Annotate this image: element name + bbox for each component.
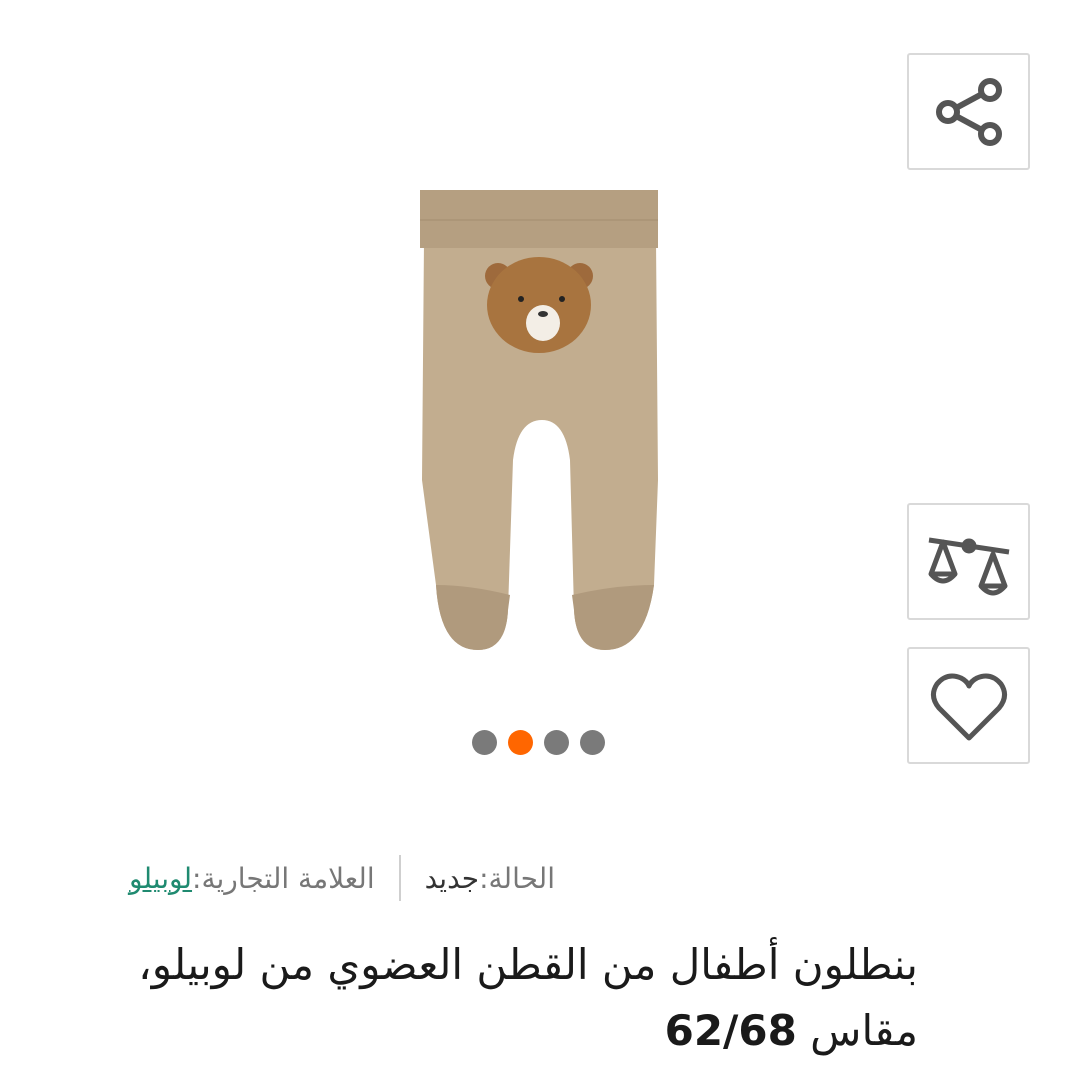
compare-button[interactable]: [907, 503, 1030, 620]
meta-divider: [398, 855, 401, 901]
carousel-dot[interactable]: [472, 730, 497, 755]
carousel-dot[interactable]: [580, 730, 605, 755]
carousel-dot[interactable]: [544, 730, 569, 755]
size-prefix: مقاس: [796, 1006, 918, 1055]
share-icon: [935, 77, 1002, 146]
brand-info: العلامة التجارية: لوبيلو: [129, 862, 375, 895]
condition-value: جديد: [424, 861, 480, 895]
product-image[interactable]: [400, 180, 680, 660]
wishlist-button[interactable]: [907, 647, 1030, 764]
condition-info: الحالة: جديد: [425, 862, 555, 895]
image-carousel-dots: [472, 730, 605, 755]
heart-icon: [930, 673, 1007, 740]
product-meta: الحالة: جديد العلامة التجارية: لوبيلو: [55, 855, 555, 901]
brand-link[interactable]: لوبيلو: [129, 862, 192, 895]
share-button[interactable]: [907, 53, 1030, 170]
baby-pants-illustration: [420, 190, 658, 650]
condition-label: الحالة:: [479, 861, 555, 895]
product-title-line: بنطلون أطفال من القطن العضوي من لوبيلو،: [138, 940, 918, 989]
brand-label: العلامة التجارية:: [192, 861, 375, 895]
product-title-size-line: مقاس 62/68: [48, 998, 918, 1064]
compare-scale-icon: [928, 537, 1009, 595]
carousel-dot-active[interactable]: [508, 730, 533, 755]
size-value: 62/68: [664, 1006, 797, 1055]
product-title: بنطلون أطفال من القطن العضوي من لوبيلو، …: [48, 932, 918, 1064]
